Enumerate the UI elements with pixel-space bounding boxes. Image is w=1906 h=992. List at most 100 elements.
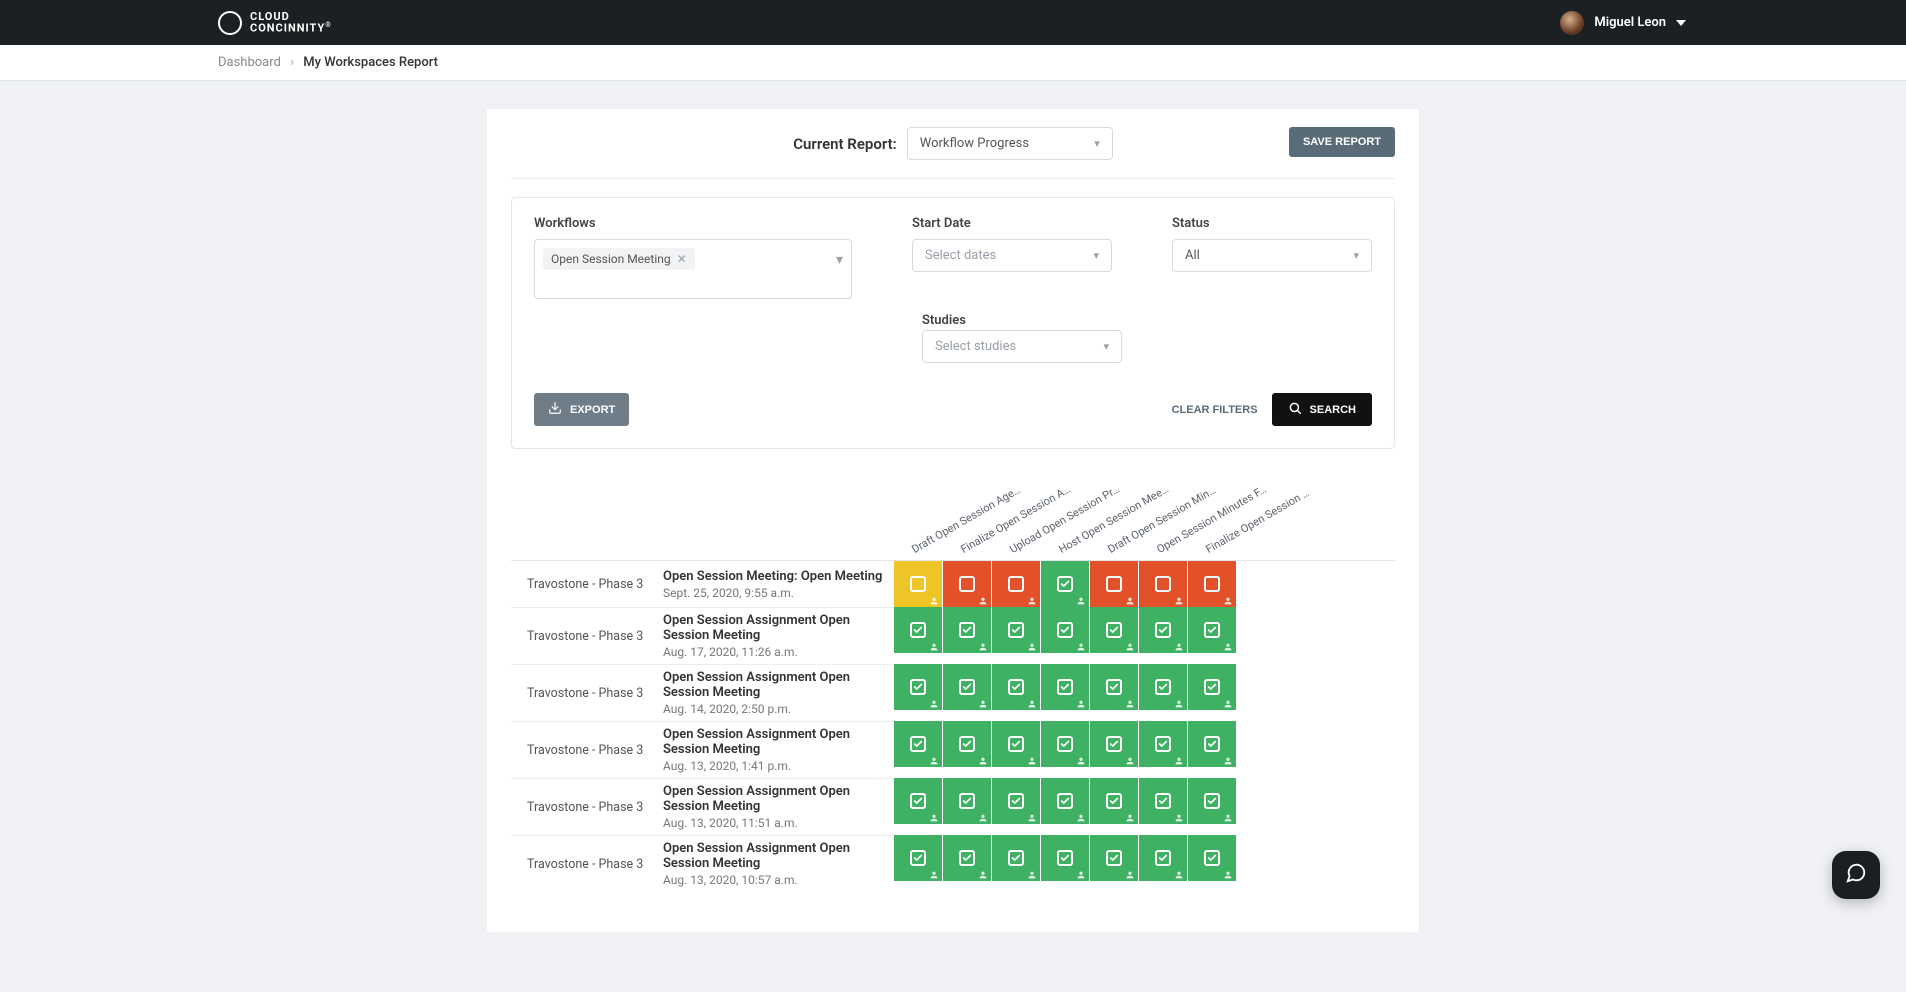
meeting-date: Aug. 13, 2020, 1:41 p.m. bbox=[663, 759, 894, 773]
status-cell[interactable] bbox=[943, 721, 991, 767]
meeting-date: Aug. 13, 2020, 11:51 a.m. bbox=[663, 816, 894, 830]
save-report-button[interactable]: SAVE REPORT bbox=[1289, 127, 1395, 157]
status-cell[interactable] bbox=[1090, 721, 1138, 767]
status-cell[interactable] bbox=[992, 778, 1040, 824]
export-button[interactable]: EXPORT bbox=[534, 393, 629, 426]
person-icon bbox=[978, 697, 988, 707]
clear-filters-button[interactable]: CLEAR FILTERS bbox=[1172, 404, 1258, 416]
status-cell[interactable] bbox=[1139, 721, 1187, 767]
person-icon bbox=[1027, 697, 1037, 707]
status-cell[interactable] bbox=[992, 721, 1040, 767]
status-cell[interactable] bbox=[1139, 561, 1187, 607]
meeting-title[interactable]: Open Session Meeting: Open Meeting bbox=[663, 569, 894, 584]
search-button[interactable]: SEARCH bbox=[1272, 393, 1372, 426]
status-cell[interactable] bbox=[943, 835, 991, 881]
status-label: Status bbox=[1172, 216, 1372, 231]
checkbox-checked-icon bbox=[1204, 622, 1220, 638]
checkbox-empty-icon bbox=[1204, 576, 1220, 592]
status-cell[interactable] bbox=[1188, 835, 1236, 881]
person-icon bbox=[1223, 754, 1233, 764]
status-cell[interactable] bbox=[1090, 607, 1138, 653]
person-icon bbox=[1174, 640, 1184, 650]
status-cell[interactable] bbox=[894, 778, 942, 824]
report-select-value: Workflow Progress bbox=[920, 136, 1029, 151]
status-cell[interactable] bbox=[894, 721, 942, 767]
meeting-title[interactable]: Open Session Assignment Open Session Mee… bbox=[663, 841, 894, 871]
table-row: Travostone - Phase 3Open Session Assignm… bbox=[511, 721, 1395, 778]
checkbox-checked-icon bbox=[910, 622, 926, 638]
status-cell[interactable] bbox=[894, 607, 942, 653]
meeting-title[interactable]: Open Session Assignment Open Session Mee… bbox=[663, 727, 894, 757]
meeting-title[interactable]: Open Session Assignment Open Session Mee… bbox=[663, 784, 894, 814]
checkbox-checked-icon bbox=[959, 736, 975, 752]
status-cell[interactable] bbox=[1090, 561, 1138, 607]
meeting-date: Sept. 25, 2020, 9:55 a.m. bbox=[663, 586, 894, 600]
breadcrumb-root[interactable]: Dashboard bbox=[218, 55, 281, 70]
status-cell[interactable] bbox=[1188, 664, 1236, 710]
workflows-multiselect[interactable]: Open Session Meeting ✕ ▾ bbox=[534, 239, 852, 299]
status-select[interactable]: All ▾ bbox=[1172, 239, 1372, 272]
status-cell[interactable] bbox=[1041, 561, 1089, 607]
status-cell[interactable] bbox=[1188, 561, 1236, 607]
status-cell[interactable] bbox=[1090, 835, 1138, 881]
person-icon bbox=[978, 811, 988, 821]
person-icon bbox=[1076, 811, 1086, 821]
status-value: All bbox=[1185, 248, 1200, 263]
status-cell[interactable] bbox=[1041, 835, 1089, 881]
status-cell[interactable] bbox=[943, 607, 991, 653]
status-cell[interactable] bbox=[1041, 721, 1089, 767]
status-cell[interactable] bbox=[1139, 607, 1187, 653]
studies-select[interactable]: Select studies ▾ bbox=[922, 330, 1122, 363]
chip-remove-icon[interactable]: ✕ bbox=[677, 252, 687, 266]
status-cell[interactable] bbox=[992, 664, 1040, 710]
status-cell[interactable] bbox=[894, 561, 942, 607]
status-cell[interactable] bbox=[1139, 664, 1187, 710]
phase-label: Travostone - Phase 3 bbox=[527, 686, 649, 701]
chevron-down-icon: ▾ bbox=[1353, 249, 1359, 262]
status-cell[interactable] bbox=[1041, 778, 1089, 824]
status-cell[interactable] bbox=[1090, 664, 1138, 710]
logo-circle-icon bbox=[218, 11, 242, 35]
status-cell[interactable] bbox=[1041, 664, 1089, 710]
start-date-select[interactable]: Select dates ▾ bbox=[912, 239, 1112, 272]
status-cell[interactable] bbox=[943, 778, 991, 824]
status-cell[interactable] bbox=[1139, 835, 1187, 881]
meeting-title[interactable]: Open Session Assignment Open Session Mee… bbox=[663, 670, 894, 700]
status-cell[interactable] bbox=[1188, 607, 1236, 653]
status-cell[interactable] bbox=[1188, 778, 1236, 824]
checkbox-checked-icon bbox=[910, 850, 926, 866]
checkbox-checked-icon bbox=[1008, 622, 1024, 638]
start-date-placeholder: Select dates bbox=[925, 248, 996, 263]
status-cell[interactable] bbox=[1041, 607, 1089, 653]
search-icon bbox=[1288, 401, 1302, 418]
person-icon bbox=[978, 594, 988, 604]
status-cell[interactable] bbox=[943, 664, 991, 710]
user-menu[interactable]: Miguel Leon bbox=[1560, 11, 1686, 35]
checkbox-checked-icon bbox=[1008, 850, 1024, 866]
person-icon bbox=[1027, 868, 1037, 878]
person-icon bbox=[929, 868, 939, 878]
status-cell[interactable] bbox=[992, 607, 1040, 653]
checkbox-checked-icon bbox=[1204, 679, 1220, 695]
chat-button[interactable] bbox=[1832, 851, 1880, 899]
person-icon bbox=[1076, 640, 1086, 650]
download-icon bbox=[548, 401, 562, 418]
report-card: Current Report: Workflow Progress ▾ SAVE… bbox=[487, 109, 1419, 932]
status-cell[interactable] bbox=[1188, 721, 1236, 767]
status-cell[interactable] bbox=[1090, 778, 1138, 824]
person-icon bbox=[929, 811, 939, 821]
checkbox-checked-icon bbox=[1155, 850, 1171, 866]
status-cell[interactable] bbox=[894, 664, 942, 710]
status-cell[interactable] bbox=[943, 561, 991, 607]
status-cell[interactable] bbox=[894, 835, 942, 881]
meeting-title[interactable]: Open Session Assignment Open Session Mee… bbox=[663, 613, 894, 643]
checkbox-checked-icon bbox=[1106, 622, 1122, 638]
report-select[interactable]: Workflow Progress ▾ bbox=[907, 127, 1113, 160]
status-cell[interactable] bbox=[992, 835, 1040, 881]
brand-logo[interactable]: CLOUD CONCINNITY® bbox=[218, 11, 332, 35]
person-icon bbox=[1223, 868, 1233, 878]
breadcrumb: Dashboard › My Workspaces Report bbox=[0, 45, 1906, 81]
status-cell[interactable] bbox=[992, 561, 1040, 607]
status-cell[interactable] bbox=[1139, 778, 1187, 824]
workflow-chip-label: Open Session Meeting bbox=[551, 252, 671, 266]
